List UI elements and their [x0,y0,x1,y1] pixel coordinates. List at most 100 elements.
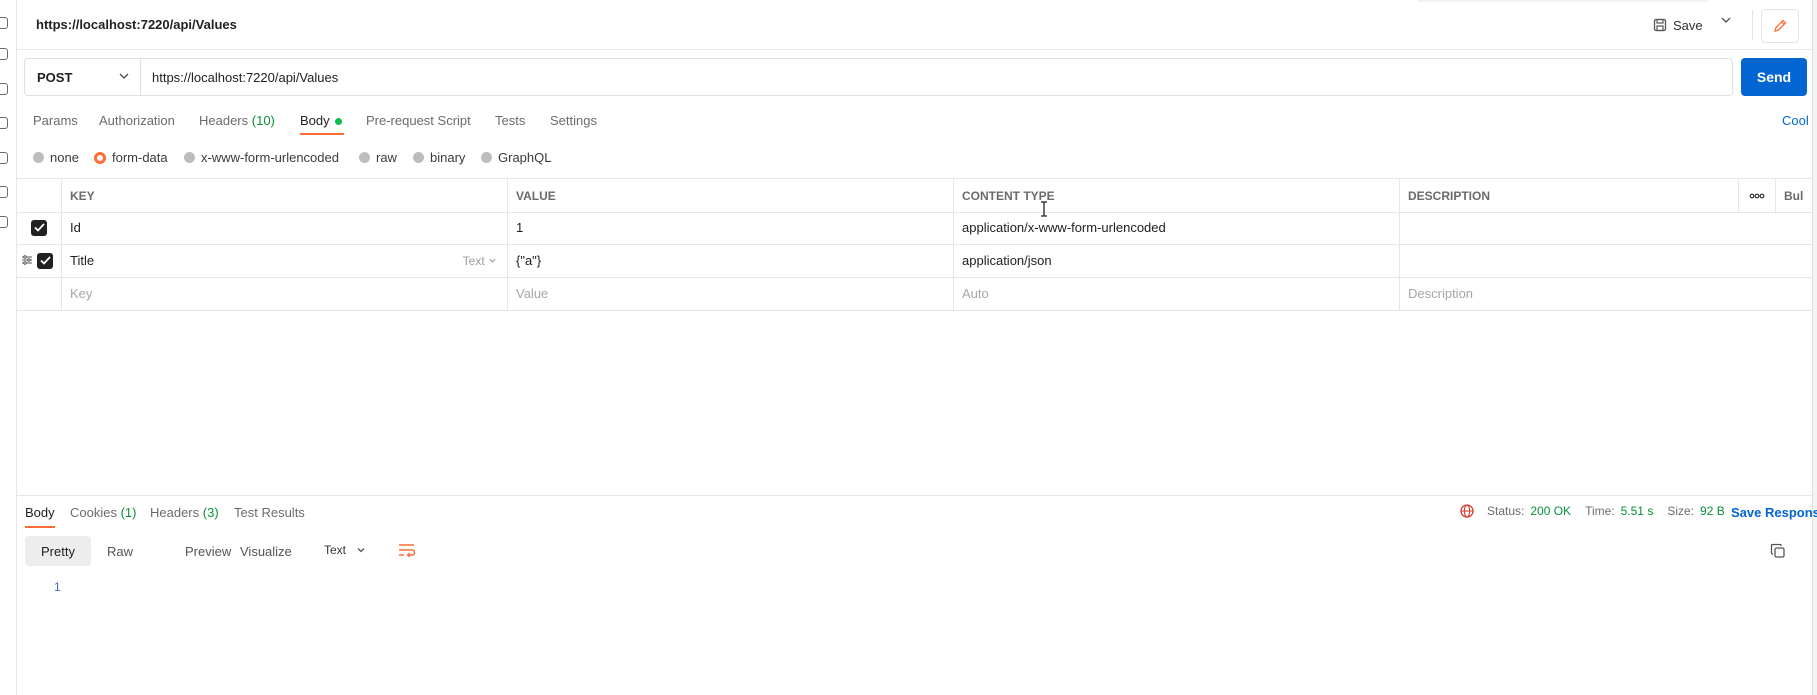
save-button[interactable]: Save [1653,13,1703,37]
tab-body[interactable]: Body [300,113,342,128]
tab-label: Cookies [70,505,117,520]
body-indicator-dot [334,118,342,126]
send-button[interactable]: Send [1741,58,1807,96]
content-type-cell[interactable]: application/x-www-form-urlencoded [953,211,1399,244]
edit-button[interactable] [1761,9,1799,43]
description-cell[interactable] [1399,211,1812,244]
radio-button[interactable] [481,152,492,163]
radio-button[interactable] [413,152,424,163]
value-cell[interactable]: 1 [507,211,953,244]
column-header-content-type: CONTENT TYPE [953,179,1399,212]
tab-count: (1) [120,505,137,520]
more-options-button[interactable] [1738,179,1775,212]
radio-label: form-data [112,150,168,165]
chevron-down-icon [489,258,496,263]
sidebar-icon[interactable] [0,48,8,60]
response-tab-cookies[interactable]: Cookies (1) [70,505,136,520]
response-tab-headers[interactable]: Headers (3) [150,505,219,520]
check-icon [33,223,45,232]
chevron-down-icon[interactable] [1720,14,1732,26]
tab-headers[interactable]: Headers (10) [199,113,275,128]
description-cell[interactable] [1399,244,1812,277]
tab-headers-count: (10) [251,113,275,128]
chevron-down-icon [357,548,365,553]
tab-params[interactable]: Params [33,113,78,128]
sidebar-strip [0,0,17,695]
size-value[interactable]: 92 B [1700,504,1725,518]
chevron-down-icon[interactable] [118,70,130,82]
table-header-row: KEY VALUE CONTENT TYPE DESCRIPTION Bul [17,178,1812,213]
column-header-value: VALUE [507,179,953,212]
column-header-description: DESCRIPTION [1399,179,1738,212]
checkbox-checked[interactable] [31,219,47,236]
sidebar-icon[interactable] [0,152,8,164]
key-cell[interactable]: Id [61,211,507,244]
save-icon [1653,18,1667,32]
tab-tests[interactable]: Tests [495,113,525,128]
line-number: 1 [54,580,61,594]
format-select[interactable]: Text [324,543,366,557]
radio-none[interactable]: none [33,150,79,165]
value-cell[interactable]: {"a"} [507,244,953,277]
radio-x-www-form-urlencoded[interactable]: x-www-form-urlencoded [184,150,339,165]
content-type-cell[interactable]: application/json [953,244,1399,277]
wrap-lines-icon[interactable] [398,542,416,558]
view-visualize[interactable]: Visualize [224,536,308,566]
check-icon [39,256,51,265]
response-tab-test-results[interactable]: Test Results [234,505,305,520]
sidebar-icon[interactable] [0,17,8,29]
radio-button[interactable] [359,152,370,163]
radio-label: raw [376,150,397,165]
row-checkbox[interactable] [17,211,61,244]
scrollbar[interactable] [1812,0,1817,695]
column-header-key: KEY [61,179,507,212]
radio-button[interactable] [33,152,44,163]
cookies-link[interactable]: Cool [1782,113,1809,128]
description-placeholder[interactable]: Description [1399,277,1812,310]
request-title[interactable]: https://localhost:7220/api/Values [36,17,237,32]
globe-icon[interactable] [1459,503,1475,519]
response-divider[interactable] [17,495,1812,496]
key-text: Title [70,253,95,268]
sidebar-icon[interactable] [0,117,8,129]
view-pretty[interactable]: Pretty [25,536,91,566]
save-label: Save [1673,17,1703,33]
save-response-button[interactable]: Save Respons [1731,505,1817,520]
text-cursor-icon [1041,201,1047,217]
status-value[interactable]: 200 OK [1530,504,1571,518]
active-tab-indicator [25,526,55,528]
key-cell[interactable]: Title Text [61,244,507,277]
radio-button[interactable] [184,152,195,163]
copy-icon[interactable] [1770,543,1786,559]
key-placeholder[interactable]: Key [61,277,507,310]
response-tab-body[interactable]: Body [25,505,55,520]
time-value[interactable]: 5.51 s [1621,504,1654,518]
tab-authorization[interactable]: Authorization [99,113,175,128]
tab-settings[interactable]: Settings [550,113,597,128]
tab-headers-label: Headers [199,113,249,128]
radio-graphql[interactable]: GraphQL [481,150,551,165]
row-checkbox[interactable] [17,244,61,277]
sidebar-icon[interactable] [0,216,8,228]
tab-pre-request-script[interactable]: Pre-request Script [366,113,471,128]
radio-binary[interactable]: binary [413,150,465,165]
radio-button-selected[interactable] [94,151,106,164]
radio-raw[interactable]: raw [359,150,397,165]
checkbox-checked[interactable] [37,252,53,269]
request-header [17,0,1817,50]
value-placeholder[interactable]: Value [507,277,953,310]
sidebar-icon[interactable] [0,186,8,198]
pencil-icon [1774,19,1787,32]
divider [1752,10,1753,40]
view-raw[interactable]: Raw [91,536,149,566]
key-type-select[interactable]: Text [463,254,497,268]
url-input[interactable]: https://localhost:7220/api/Values [140,58,1733,96]
bulk-edit-link[interactable]: Bul [1775,179,1812,212]
sidebar-icon[interactable] [0,83,8,95]
status-label: Status: [1487,504,1525,518]
radio-label: x-www-form-urlencoded [201,150,339,165]
radio-label: none [50,150,79,165]
content-type-placeholder[interactable]: Auto [953,277,1399,310]
table-row-empty: Key Value Auto Description [17,277,1812,311]
radio-form-data[interactable]: form-data [94,150,168,165]
